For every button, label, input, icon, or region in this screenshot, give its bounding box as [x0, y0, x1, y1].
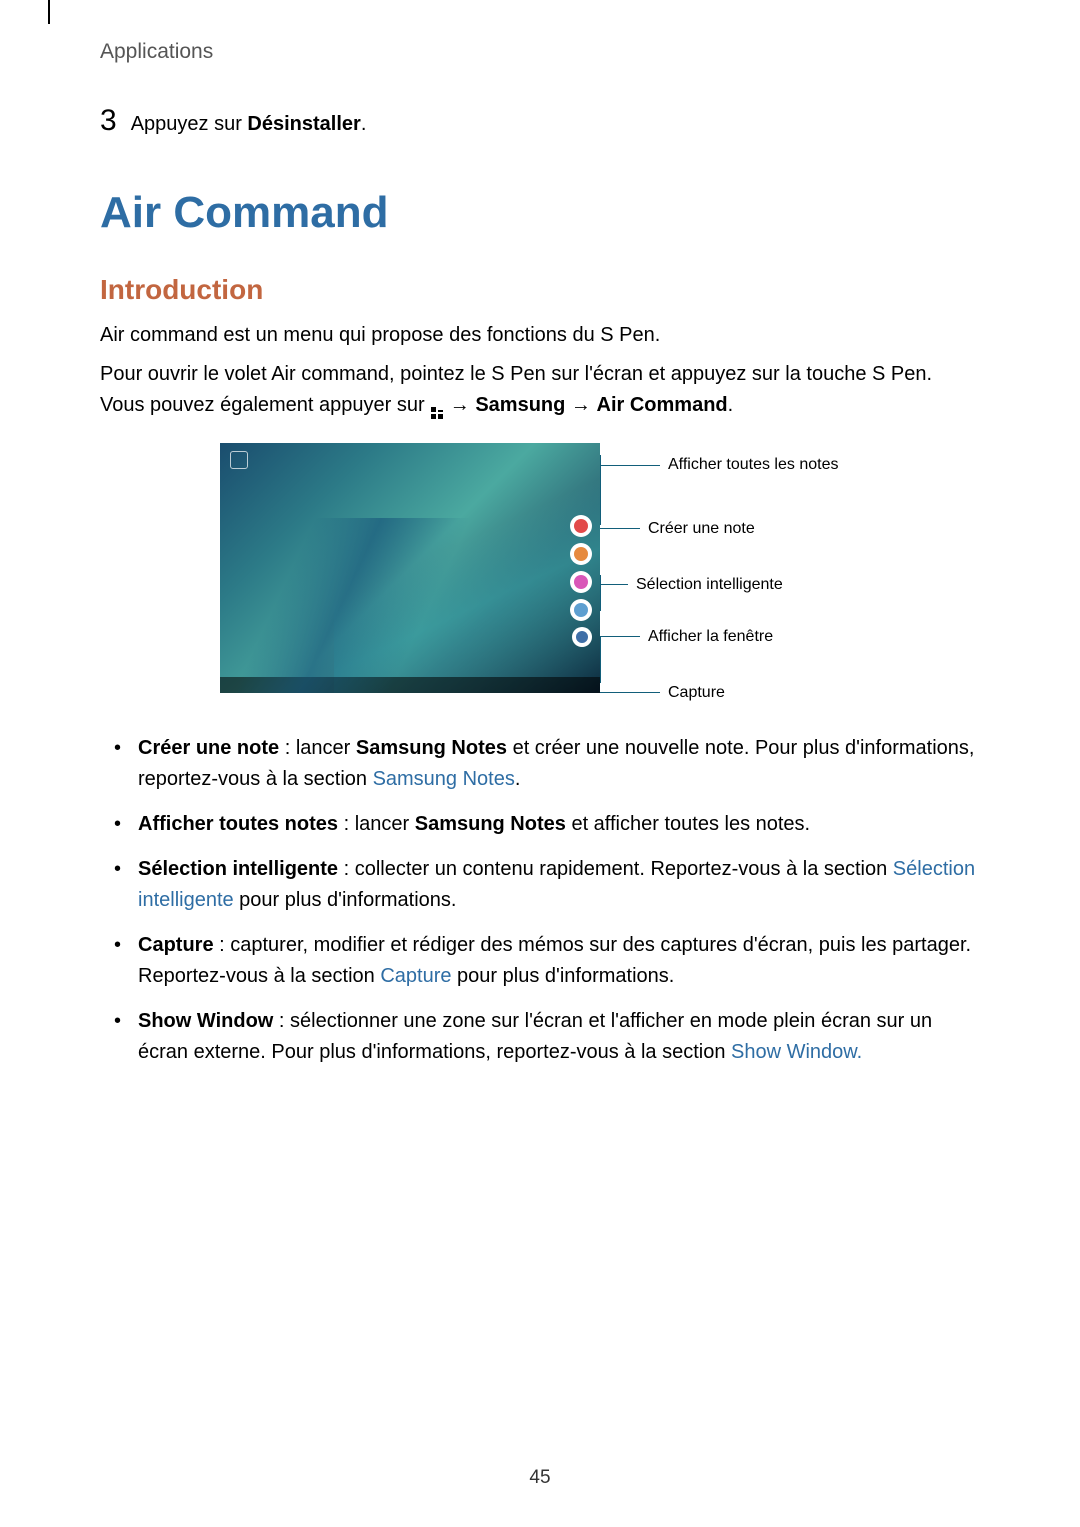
callout-smart-select: Sélection intelligente [600, 575, 783, 594]
apps-grid-icon [431, 407, 443, 419]
link-show-window[interactable]: Show Window. [731, 1041, 862, 1063]
page-number: 45 [0, 1467, 1080, 1489]
step-bold: Désinstaller [247, 113, 360, 135]
bullet-bold: Samsung Notes [415, 813, 566, 835]
step-prefix: Appuyez sur [131, 113, 248, 135]
fab-all-notes-icon [570, 543, 592, 565]
taskbar [220, 677, 600, 693]
bullet-text: : lancer [338, 813, 415, 835]
intro-p2-arrow1: → [444, 394, 475, 416]
bullet-bold: Samsung Notes [356, 737, 507, 759]
step-suffix: . [361, 113, 367, 135]
callout-leader-line [600, 692, 660, 693]
page-content: Applications 3 Appuyez sur Désinstaller.… [0, 0, 1080, 1142]
fab-smart-select-icon [570, 571, 592, 593]
device-screenshot [220, 443, 600, 693]
step-3: 3 Appuyez sur Désinstaller. [100, 104, 980, 138]
link-samsung-notes[interactable]: Samsung Notes [373, 768, 515, 790]
fab-create-note-icon [570, 515, 592, 537]
callout-leader-line [600, 465, 660, 466]
intro-paragraph-2: Pour ouvrir le volet Air command, pointe… [100, 359, 980, 421]
callout-leader-line [600, 584, 628, 585]
figure-wrap: Afficher toutes les notes Créer une note… [220, 443, 860, 693]
list-item: Créer une note : lancer Samsung Notes et… [110, 733, 980, 795]
callout-label: Créer une note [640, 519, 755, 538]
bullet-text: . [515, 768, 521, 790]
callout-create-note: Créer une note [600, 519, 755, 538]
intro-paragraph-1: Air command est un menu qui propose des … [100, 320, 980, 351]
fab-capture-icon [572, 627, 592, 647]
section-header: Applications [100, 40, 980, 64]
bullet-text: : lancer [279, 737, 356, 759]
list-item: Afficher toutes notes : lancer Samsung N… [110, 809, 980, 840]
callout-leader-line [600, 636, 640, 637]
feature-list: Créer une note : lancer Samsung Notes et… [100, 733, 980, 1068]
bullet-text: : collecter un contenu rapidement. Repor… [338, 858, 893, 880]
page-tab-marker [48, 0, 50, 24]
callout-block: Afficher toutes les notes Créer une note… [600, 443, 860, 693]
intro-p2-end: . [728, 394, 734, 416]
bullet-text: pour plus d'informations. [234, 889, 457, 911]
bullet-text: et afficher toutes les notes. [566, 813, 810, 835]
bullet-bold: Créer une note [138, 737, 279, 759]
list-item: Show Window : sélectionner une zone sur … [110, 1006, 980, 1068]
callout-label: Afficher la fenêtre [640, 627, 773, 646]
step-text: Appuyez sur Désinstaller. [131, 107, 367, 136]
callout-label: Capture [660, 683, 725, 702]
bullet-bold: Show Window [138, 1010, 273, 1032]
bullet-bold: Capture [138, 934, 214, 956]
callout-label: Sélection intelligente [628, 575, 783, 594]
intro-p2-aircommand: Air Command [597, 394, 728, 416]
list-item: Sélection intelligente : collecter un co… [110, 854, 980, 916]
intro-p2-samsung: Samsung [475, 394, 565, 416]
callout-all-notes: Afficher toutes les notes [600, 455, 838, 475]
figure-area: Afficher toutes les notes Créer une note… [100, 443, 980, 693]
bullet-bold: Afficher toutes notes [138, 813, 338, 835]
bullet-text: pour plus d'informations. [452, 965, 675, 987]
callout-leader-line [600, 528, 640, 529]
link-capture[interactable]: Capture [380, 965, 451, 987]
bullet-bold: Sélection intelligente [138, 858, 338, 880]
heading-air-command: Air Command [100, 188, 980, 238]
list-item: Capture : capturer, modifier et rédiger … [110, 930, 980, 992]
callout-label: Afficher toutes les notes [660, 455, 838, 475]
intro-p2-arrow2: → [565, 394, 596, 416]
callout-capture: Capture [600, 683, 725, 702]
widget-icon [230, 451, 248, 469]
heading-introduction: Introduction [100, 274, 980, 306]
callout-show-window: Afficher la fenêtre [600, 627, 773, 646]
step-number: 3 [100, 104, 117, 138]
fab-show-window-icon [570, 599, 592, 621]
